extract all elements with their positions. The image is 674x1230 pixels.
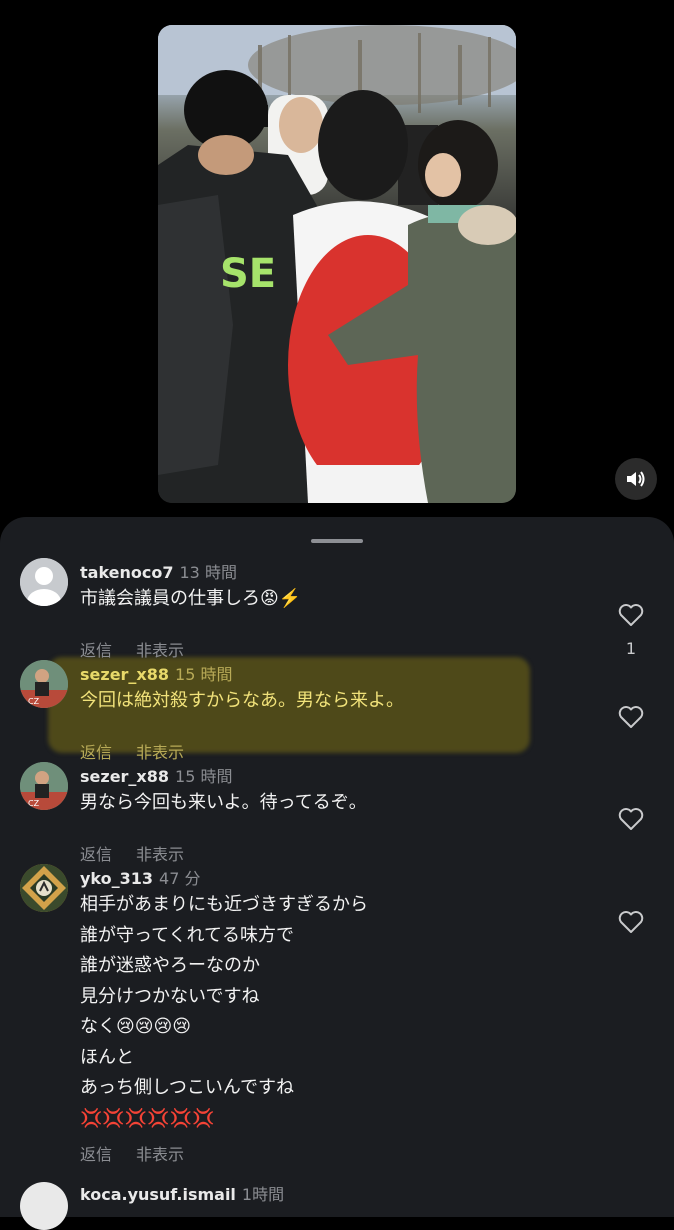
avatar[interactable] [20, 558, 68, 606]
comment-time: 15 時間 [175, 767, 233, 786]
sound-toggle-button[interactable] [615, 458, 657, 500]
comment-time: 15 時間 [175, 665, 233, 684]
comment-line: 市議会議員の仕事しろ😡⚡️ [80, 588, 302, 609]
emblem-avatar [20, 864, 68, 912]
hide-button[interactable]: 非表示 [136, 1145, 184, 1164]
comment-text: 男なら今回も来いよ。待ってるぞ。 [80, 788, 367, 819]
avatar[interactable]: CZ [20, 762, 68, 810]
comment-line: 今回は絶対殺すからなあ。男なら来よ。 [80, 690, 404, 711]
comment-actions: 返信 非表示 [80, 1141, 184, 1165]
like-count: 1 [625, 639, 637, 658]
comment-line: 男なら今回も来いよ。待ってるぞ。 [80, 792, 367, 813]
comment-line: 💢💢💢💢💢💢 [80, 1107, 215, 1129]
hide-button[interactable]: 非表示 [136, 845, 184, 864]
comment-line: ほんと [80, 1046, 134, 1068]
comment-time: 13 時間 [179, 563, 237, 582]
svg-text:CZ: CZ [28, 697, 40, 706]
video-player[interactable]: SE [158, 25, 516, 503]
comment-time: 47 分 [159, 869, 201, 888]
avatar[interactable]: CZ [20, 660, 68, 708]
comments-sheet: takenoco7 13 時間 市議会議員の仕事しろ😡⚡️ 返信 非表示 1 CZ … [0, 517, 674, 1230]
default-avatar-icon [20, 558, 68, 606]
comment-username[interactable]: takenoco7 [80, 563, 174, 582]
comment-meta: yko_313 47 分 [80, 865, 200, 889]
comment-meta: koca.yusuf.ismail 1時間 [80, 1181, 284, 1205]
comment-actions: 返信 非表示 [80, 739, 184, 763]
reply-button[interactable]: 返信 [80, 743, 112, 762]
comment-line: なく😢😢😢😢 [80, 1016, 192, 1037]
comment-actions: 返信 非表示 [80, 637, 184, 661]
hide-button[interactable]: 非表示 [136, 641, 184, 660]
sheet-drag-handle[interactable] [311, 539, 363, 543]
heart-icon[interactable] [618, 603, 644, 627]
speaker-icon [627, 471, 645, 487]
comment-meta: sezer_x88 15 時間 [80, 763, 232, 787]
svg-text:SE: SE [220, 251, 276, 297]
comment-text: 今回は絶対殺すからなあ。男なら来よ。 [80, 686, 404, 717]
comment-text: 相手があまりにも近づきすぎるから 誰が守ってくれてる味方で 誰が迷惑やろーなのか… [80, 890, 368, 1134]
heart-icon[interactable] [618, 705, 644, 729]
user-photo-avatar: CZ [20, 660, 68, 708]
svg-text:CZ: CZ [28, 799, 40, 808]
comment-text: 市議会議員の仕事しろ😡⚡️ [80, 584, 301, 615]
comment-line: あっち側しつこいんですね [80, 1077, 295, 1098]
reply-button[interactable]: 返信 [80, 641, 112, 660]
comment-line: 見分けつかないですね [80, 985, 260, 1007]
reply-button[interactable]: 返信 [80, 1145, 112, 1164]
comment-line: 誰が守ってくれてる味方で [80, 924, 295, 946]
hide-button[interactable]: 非表示 [136, 743, 184, 762]
heart-icon[interactable] [618, 807, 644, 831]
comment-time: 1時間 [241, 1185, 285, 1204]
comment-meta: sezer_x88 15 時間 [80, 661, 232, 685]
comment-actions: 返信 非表示 [80, 841, 184, 865]
video-frame-image: SE [158, 25, 516, 503]
comment-username[interactable]: sezer_x88 [80, 665, 169, 684]
comment-username[interactable]: koca.yusuf.ismail [80, 1185, 236, 1204]
comment-line: 相手があまりにも近づきすぎるから [80, 894, 368, 915]
user-photo-avatar: CZ [20, 762, 68, 810]
comment-meta: takenoco7 13 時間 [80, 559, 237, 583]
avatar[interactable] [20, 864, 68, 912]
heart-icon[interactable] [618, 910, 644, 934]
comment-username[interactable]: yko_313 [80, 869, 153, 888]
comment-username[interactable]: sezer_x88 [80, 767, 169, 786]
reply-button[interactable]: 返信 [80, 845, 112, 864]
avatar[interactable] [20, 1182, 68, 1230]
comment-line: 誰が迷惑やろーなのか [80, 955, 260, 976]
